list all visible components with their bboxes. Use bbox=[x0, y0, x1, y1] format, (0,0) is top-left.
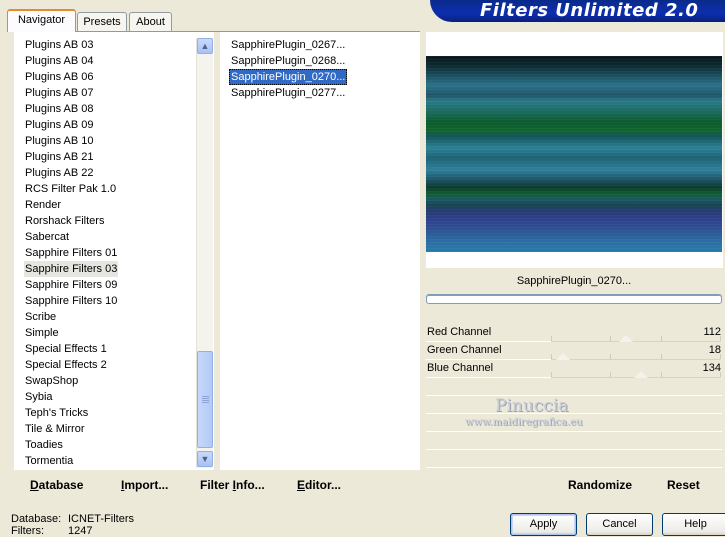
scroll-thumb[interactable] bbox=[197, 351, 213, 448]
filter-item[interactable]: SapphirePlugin_0277... bbox=[229, 85, 347, 101]
slider-thumb[interactable] bbox=[556, 353, 570, 360]
scroll-up-button[interactable]: ▲ bbox=[197, 38, 213, 54]
empty-control-row bbox=[426, 396, 722, 414]
category-item[interactable]: Sapphire Filters 01 bbox=[24, 245, 118, 261]
editor-button[interactable]: Editor... bbox=[297, 478, 341, 492]
category-item[interactable]: Plugins AB 10 bbox=[24, 133, 95, 149]
watermark-name: Pinuccia bbox=[495, 396, 569, 416]
category-item[interactable]: Sabercat bbox=[24, 229, 70, 245]
filter-item[interactable]: SapphirePlugin_0267... bbox=[229, 37, 347, 53]
channel-label: Green Channel bbox=[427, 344, 502, 356]
tab-presets[interactable]: Presets bbox=[77, 12, 127, 31]
category-item[interactable]: Plugins AB 04 bbox=[24, 53, 95, 69]
channel-slider-row[interactable]: Red Channel 112 bbox=[426, 324, 722, 342]
help-button[interactable]: Help bbox=[662, 513, 725, 536]
app-title-banner: Filters Unlimited 2.0 bbox=[430, 0, 725, 22]
channel-value: 112 bbox=[703, 326, 721, 338]
status-filters-label: Filters: bbox=[11, 525, 44, 537]
import-button[interactable]: Import... bbox=[121, 478, 168, 492]
progress-bar bbox=[426, 294, 722, 304]
category-item[interactable]: Plugins AB 09 bbox=[24, 117, 95, 133]
category-item[interactable]: Special Effects 2 bbox=[24, 357, 108, 373]
category-item[interactable]: Toadies bbox=[24, 437, 64, 453]
category-item[interactable]: Tormentia bbox=[24, 453, 74, 469]
category-item[interactable]: Sybia bbox=[24, 389, 54, 405]
category-item[interactable]: Plugins AB 08 bbox=[24, 101, 95, 117]
channel-value: 134 bbox=[702, 362, 721, 374]
category-item[interactable]: Sapphire Filters 03 bbox=[24, 261, 119, 277]
slider-thumb[interactable] bbox=[634, 371, 648, 378]
channel-slider-row[interactable]: Blue Channel 134 bbox=[426, 360, 722, 378]
empty-control-row bbox=[426, 450, 722, 468]
reset-button[interactable]: Reset bbox=[667, 478, 700, 492]
filter-item[interactable]: SapphirePlugin_0270... bbox=[229, 69, 348, 85]
tab-about[interactable]: About bbox=[129, 12, 172, 31]
category-item[interactable]: Tile & Mirror bbox=[24, 421, 85, 437]
empty-control-row bbox=[426, 378, 722, 396]
preview-filter-name: SapphirePlugin_0270... bbox=[516, 275, 632, 287]
category-item[interactable]: SwapShop bbox=[24, 373, 79, 389]
apply-button[interactable]: Apply bbox=[510, 513, 577, 536]
category-item[interactable]: Plugins AB 03 bbox=[24, 37, 95, 53]
category-item[interactable]: Rorshack Filters bbox=[24, 213, 105, 229]
channel-label: Red Channel bbox=[427, 326, 492, 338]
cancel-button[interactable]: Cancel bbox=[586, 513, 653, 536]
watermark-site: www.maidiregrafica.eu bbox=[465, 417, 583, 428]
category-item[interactable]: Sapphire Filters 09 bbox=[24, 277, 118, 293]
category-item[interactable]: Plugins AB 06 bbox=[24, 69, 95, 85]
status-database-value: ICNET-Filters bbox=[68, 513, 134, 525]
category-item[interactable]: Plugins AB 07 bbox=[24, 85, 95, 101]
category-item[interactable]: Scribe bbox=[24, 309, 57, 325]
tab-navigator[interactable]: Navigator bbox=[7, 9, 76, 32]
category-item[interactable]: Teph's Tricks bbox=[24, 405, 89, 421]
scroll-down-button[interactable]: ▼ bbox=[197, 451, 213, 467]
category-item[interactable]: RCS Filter Pak 1.0 bbox=[24, 181, 117, 197]
status-database-label: Database: bbox=[11, 513, 62, 525]
category-item[interactable]: Plugins AB 22 bbox=[24, 165, 95, 181]
channel-label: Blue Channel bbox=[427, 362, 494, 374]
channel-slider-row[interactable]: Green Channel 18 bbox=[426, 342, 722, 360]
filter-info-button[interactable]: Filter Info... bbox=[200, 478, 265, 492]
status-filters-value: 1247 bbox=[68, 525, 93, 537]
empty-control-row bbox=[426, 432, 722, 450]
category-item[interactable]: Plugins AB 21 bbox=[24, 149, 95, 165]
randomize-button[interactable]: Randomize bbox=[568, 478, 632, 492]
database-button[interactable]: Database bbox=[30, 478, 83, 492]
category-item[interactable]: Simple bbox=[24, 325, 60, 341]
category-scrollbar[interactable]: ▲ ▼ bbox=[196, 38, 213, 468]
category-item[interactable]: Render bbox=[24, 197, 62, 213]
category-item[interactable]: Sapphire Filters 10 bbox=[24, 293, 118, 309]
preview-image bbox=[426, 56, 722, 252]
filter-item[interactable]: SapphirePlugin_0268... bbox=[229, 53, 347, 69]
slider-thumb[interactable] bbox=[619, 335, 633, 342]
category-item[interactable]: Special Effects 1 bbox=[24, 341, 108, 357]
